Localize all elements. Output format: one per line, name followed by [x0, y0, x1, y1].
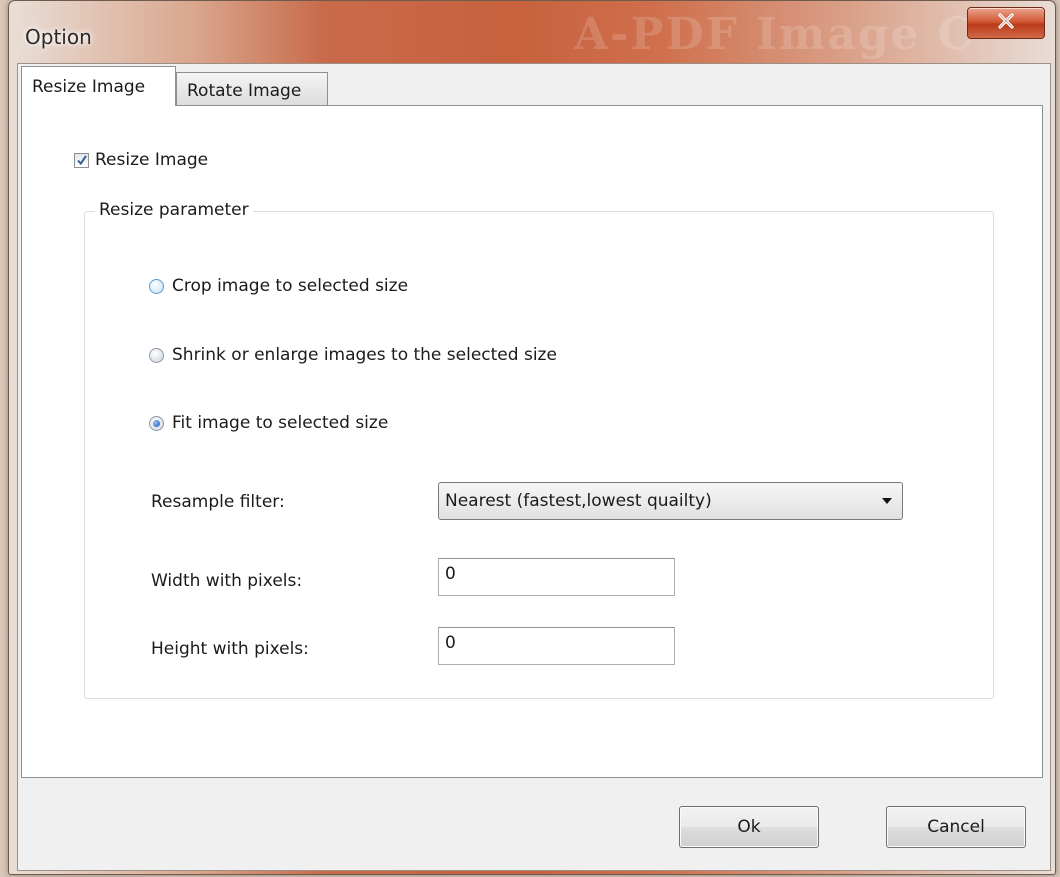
- resize-parameter-group: Resize parameter Crop image to selected …: [84, 200, 994, 699]
- radio-selected-dot: [153, 419, 160, 427]
- group-title: Resize parameter: [95, 200, 253, 220]
- close-button[interactable]: [967, 7, 1045, 39]
- dialog-title: Option: [25, 25, 92, 49]
- option-dialog: A-PDF Image Converter Option Resize Imag…: [8, 0, 1056, 875]
- option-crop-label: Crop image to selected size: [172, 276, 409, 296]
- option-shrink-enlarge[interactable]: Shrink or enlarge images to the selected…: [149, 345, 557, 365]
- option-crop[interactable]: Crop image to selected size: [149, 276, 408, 296]
- option-fit-label: Fit image to selected size: [172, 413, 389, 433]
- tab-resize-image[interactable]: Resize Image: [21, 66, 176, 106]
- resample-filter-value: Nearest (fastest,lowest quailty): [445, 491, 712, 511]
- chevron-down-icon: [882, 498, 892, 504]
- height-input[interactable]: 0: [438, 627, 675, 665]
- width-label: Width with pixels:: [151, 571, 303, 591]
- cancel-button[interactable]: Cancel: [886, 806, 1026, 848]
- width-input[interactable]: 0: [438, 558, 675, 596]
- tab-page-resize: Resize Image Resize parameter Crop image…: [21, 105, 1043, 778]
- resample-filter-label: Resample filter:: [151, 492, 285, 512]
- ok-button[interactable]: Ok: [679, 806, 819, 848]
- resample-filter-select[interactable]: Nearest (fastest,lowest quailty): [438, 482, 903, 520]
- resize-image-checkbox[interactable]: [74, 152, 89, 168]
- radio-shrink-enlarge[interactable]: [149, 347, 164, 363]
- height-label: Height with pixels:: [151, 639, 309, 659]
- radio-fit[interactable]: [149, 415, 164, 431]
- resize-image-label: Resize Image: [95, 150, 209, 170]
- title-bar[interactable]: A-PDF Image Converter Option: [9, 1, 1055, 61]
- checkmark-icon: [76, 155, 87, 166]
- tab-rotate-image[interactable]: Rotate Image: [176, 72, 328, 106]
- close-icon: [997, 12, 1015, 34]
- background-app-title: A-PDF Image Converter: [574, 9, 974, 60]
- resize-image-toggle[interactable]: Resize Image: [74, 150, 208, 170]
- option-fit[interactable]: Fit image to selected size: [149, 413, 388, 433]
- dialog-body: Resize Image Rotate Image Resize Image R…: [17, 63, 1051, 871]
- option-shrink-label: Shrink or enlarge images to the selected…: [172, 345, 557, 365]
- radio-crop[interactable]: [149, 278, 164, 294]
